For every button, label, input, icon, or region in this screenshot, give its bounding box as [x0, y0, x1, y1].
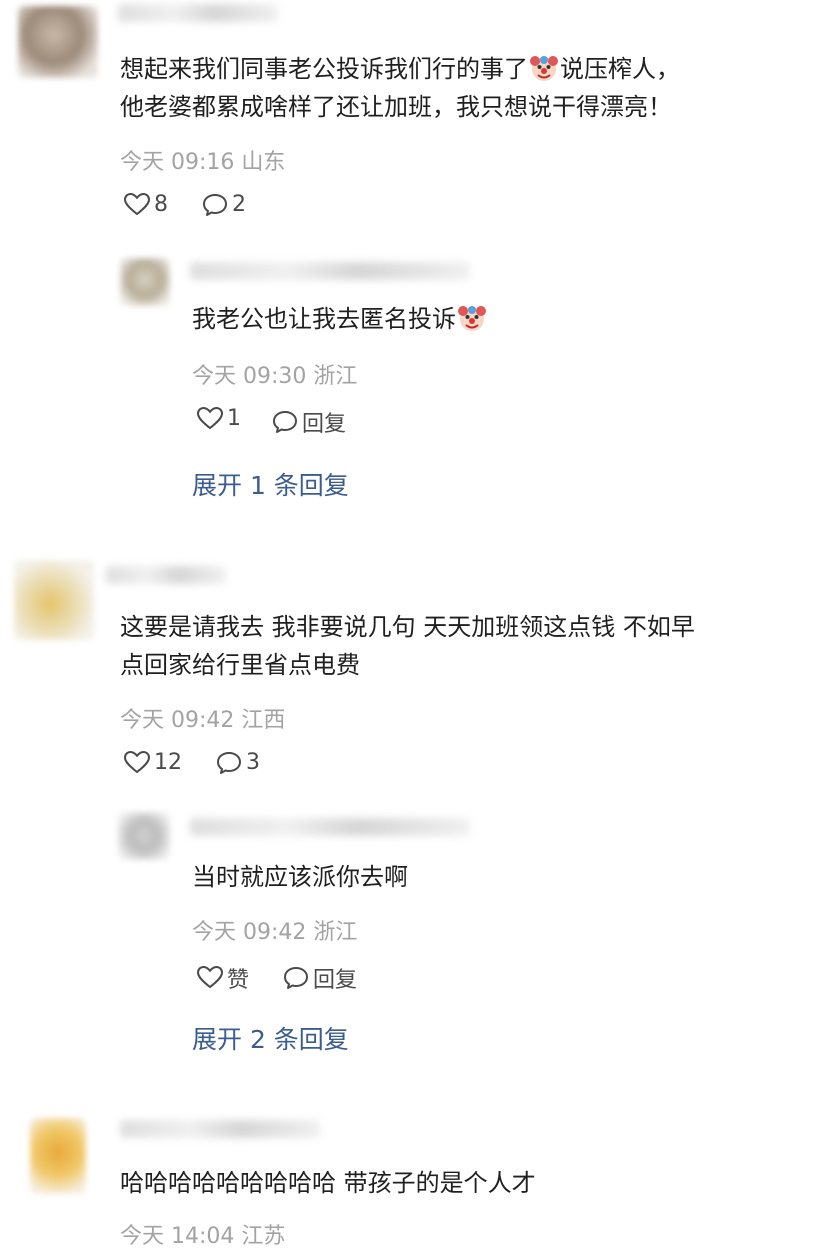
- reply-avatar[interactable]: [118, 812, 170, 860]
- reply-count: 3: [246, 750, 260, 775]
- reply-like-count: 1: [227, 406, 241, 431]
- username-blurred[interactable]: [106, 566, 226, 584]
- comment-text-line-1: 想起来我们同事老公投诉我们行的事了 说压榨人，: [120, 50, 680, 88]
- comment-bubble-icon: [203, 193, 227, 216]
- reply-username-blurred[interactable]: [190, 818, 470, 836]
- comment-text-cont: 说压榨人，: [560, 55, 680, 83]
- heart-icon: [197, 406, 223, 429]
- clown-face-emoji-icon: [458, 306, 486, 331]
- avatar[interactable]: [18, 6, 98, 78]
- reply-meta: 今天 09:42 浙江: [192, 920, 358, 945]
- heart-icon: [197, 966, 223, 989]
- reply-count: 2: [232, 192, 246, 217]
- reply-like-button[interactable]: 赞: [197, 962, 249, 994]
- reply-like-button[interactable]: 1: [197, 406, 241, 431]
- comment-meta: 今天 09:42 江西: [120, 708, 286, 733]
- comment-text-line-2: 他老婆都累成啥样了还让加班，我只想说干得漂亮！: [120, 93, 672, 121]
- comment-meta: 今天 14:04 江苏: [120, 1224, 286, 1249]
- comment-bubble-icon: [273, 411, 297, 433]
- expand-replies-link[interactable]: 展开 1 条回复: [192, 466, 349, 502]
- like-button[interactable]: 12: [124, 750, 182, 775]
- comment-meta: 今天 09:16 山东: [120, 150, 286, 175]
- comment-bubble-icon: [217, 751, 241, 774]
- like-button[interactable]: 8: [124, 192, 168, 217]
- clown-face-emoji-icon: [530, 56, 558, 81]
- reply-label: 回复: [313, 968, 358, 993]
- reply-button[interactable]: 2: [202, 192, 246, 217]
- comment-feed: 想起来我们同事老公投诉我们行的事了 说压榨人， 他老婆都累成啥样了还让加班，我只…: [0, 0, 818, 1252]
- reply-avatar[interactable]: [120, 258, 170, 306]
- heart-icon: [124, 192, 150, 215]
- avatar[interactable]: [14, 560, 94, 640]
- reply-button[interactable]: 3: [216, 750, 260, 775]
- reply-reply-button[interactable]: 回复: [283, 962, 357, 994]
- reply-username-blurred[interactable]: [190, 262, 470, 280]
- username-blurred[interactable]: [120, 1120, 320, 1138]
- avatar[interactable]: [30, 1118, 86, 1194]
- reply-text-content: 我老公也让我去匿名投诉: [192, 305, 456, 333]
- reply-reply-button[interactable]: 回复: [272, 406, 346, 438]
- comment-text: 想起来我们同事老公投诉我们行的事了: [120, 55, 528, 83]
- username-blurred[interactable]: [118, 4, 278, 22]
- comment-text-line-1: 这要是请我去 我非要说几句 天天加班领这点钱 不如早: [120, 613, 695, 641]
- comment-text-line-1: 哈哈哈哈哈哈哈哈哈 带孩子的是个人才: [120, 1169, 536, 1197]
- like-count: 12: [154, 750, 182, 775]
- reply-text: 我老公也让我去匿名投诉: [192, 302, 488, 336]
- reply-text: 当时就应该派你去啊: [192, 863, 408, 891]
- reply-label: 回复: [302, 412, 347, 437]
- comment-text-line-2: 点回家给行里省点电费: [120, 651, 360, 679]
- expand-replies-link[interactable]: 展开 2 条回复: [192, 1020, 349, 1056]
- reply-like-label: 赞: [227, 968, 250, 993]
- like-count: 8: [154, 192, 168, 217]
- reply-meta: 今天 09:30 浙江: [192, 364, 358, 389]
- heart-icon: [124, 750, 150, 773]
- comment-bubble-icon: [284, 967, 308, 989]
